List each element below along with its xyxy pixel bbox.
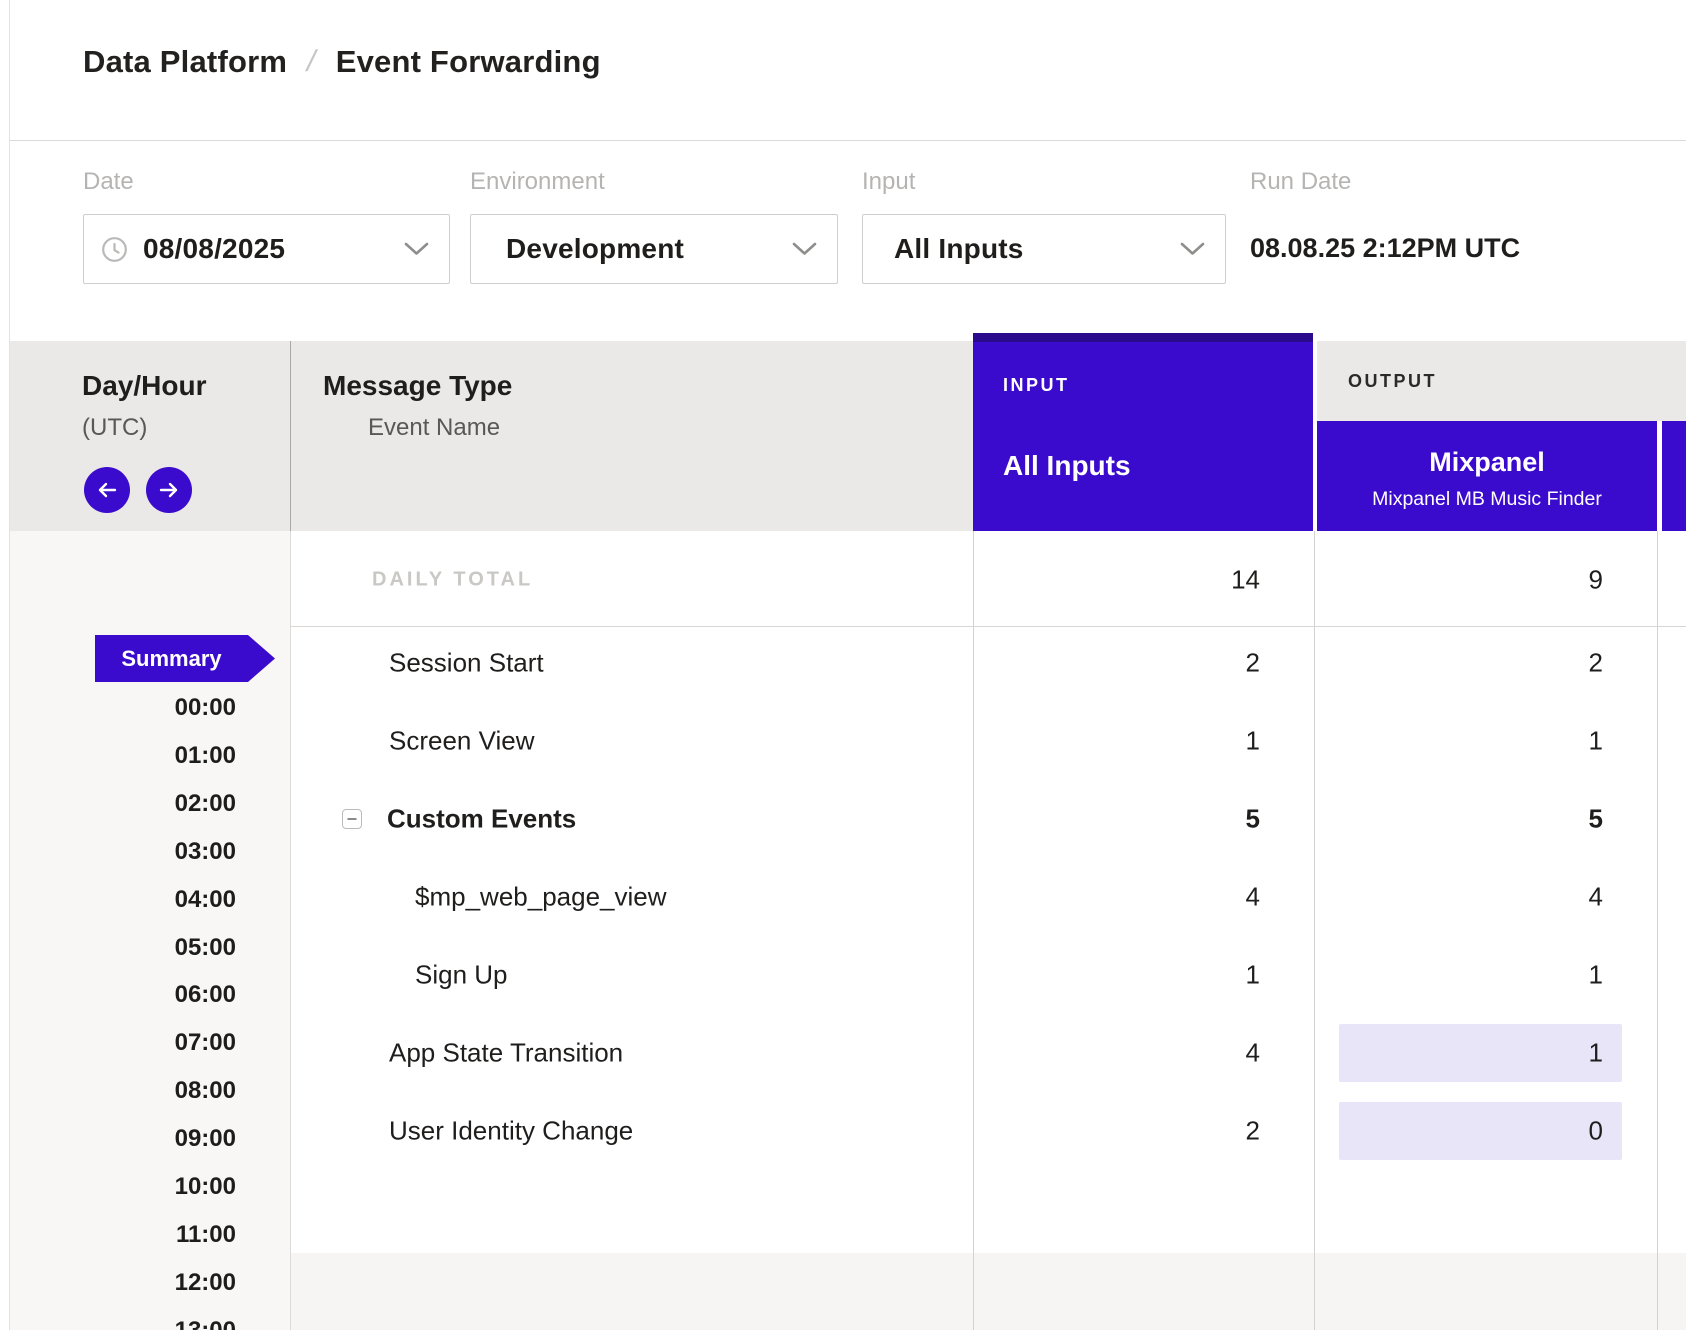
output-count-value: 1	[1589, 960, 1603, 991]
table-row: Sign Up 1 1	[0, 936, 1686, 1014]
event-name-label: App State Transition	[389, 1038, 623, 1069]
clock-icon	[101, 236, 128, 263]
input-count-value: 4	[1246, 1038, 1260, 1069]
column-gap	[1657, 421, 1662, 531]
next-day-button[interactable]	[146, 467, 192, 513]
date-dropdown[interactable]: 08/08/2025	[83, 214, 450, 284]
table-row: Screen View 1 1	[0, 702, 1686, 780]
table-row: $mp_web_page_view 4 4	[0, 858, 1686, 936]
event-name-label: User Identity Change	[389, 1116, 633, 1147]
output-column-header[interactable]: Mixpanel Mixpanel MB Music Finder	[1317, 421, 1657, 531]
table-row: User Identity Change 2 0	[0, 1092, 1686, 1170]
previous-day-button[interactable]	[84, 467, 130, 513]
input-column-accent-strip	[973, 333, 1313, 342]
day-hour-subtitle: (UTC)	[82, 414, 147, 442]
event-name-label: $mp_web_page_view	[415, 882, 667, 913]
hour-row-selector[interactable]: 10:00	[175, 1173, 236, 1201]
input-column-title: All Inputs	[1003, 450, 1131, 482]
run-date-label: Run Date	[1250, 168, 1351, 196]
event-name-label: Screen View	[389, 726, 535, 757]
output-count-value: 5	[1589, 804, 1603, 835]
date-value: 08/08/2025	[143, 233, 285, 265]
input-count-value: 1	[1246, 960, 1260, 991]
daily-total-input-value: 14	[1231, 565, 1260, 596]
chevron-down-icon	[792, 242, 817, 256]
event-rows: Session Start 2 2 Screen View 1 1 Custom Event…	[0, 624, 1686, 1170]
output-cell-highlight	[1339, 1102, 1622, 1160]
arrow-left-icon	[96, 481, 118, 499]
daily-total-row: DAILY TOTAL 14 9	[0, 533, 1686, 627]
output-section-label: OUTPUT	[1348, 371, 1437, 392]
arrow-right-icon	[158, 481, 180, 499]
event-name-label: Custom Events	[387, 804, 576, 835]
day-hour-header: Day/Hour	[82, 370, 206, 402]
hour-row-selector[interactable]: 12:00	[175, 1269, 236, 1297]
environment-value: Development	[506, 233, 684, 265]
next-output-column-partial[interactable]	[1662, 421, 1686, 531]
hour-row-selector[interactable]: 13:00	[175, 1317, 236, 1330]
input-count-value: 5	[1246, 804, 1260, 835]
breadcrumb: Data Platform / Event Forwarding	[83, 38, 601, 86]
message-type-header: Message Type	[323, 370, 512, 402]
event-name-label: Sign Up	[415, 960, 508, 991]
day-hour-column-divider	[290, 341, 291, 531]
breadcrumb-data-platform[interactable]: Data Platform	[83, 44, 287, 80]
input-column-header[interactable]: INPUT All Inputs	[973, 333, 1313, 531]
table-row: Custom Events 5 5	[0, 780, 1686, 858]
output-column-subtitle: Mixpanel MB Music Finder	[1317, 487, 1657, 511]
input-filter-label: Input	[862, 168, 915, 196]
table-footer-band	[290, 1253, 1686, 1330]
output-count-value: 2	[1589, 648, 1603, 679]
table-row: App State Transition 4 1	[0, 1014, 1686, 1092]
input-count-value: 2	[1246, 648, 1260, 679]
input-count-value: 1	[1246, 726, 1260, 757]
event-name-label: Session Start	[389, 648, 544, 679]
output-count-value: 1	[1589, 1038, 1603, 1069]
input-dropdown[interactable]: All Inputs	[862, 214, 1226, 284]
table-row: Session Start 2 2	[0, 624, 1686, 702]
hour-row-selector[interactable]: 11:00	[176, 1221, 236, 1249]
output-count-value: 4	[1589, 882, 1603, 913]
output-cell-highlight	[1339, 1024, 1622, 1082]
output-column-title: Mixpanel	[1317, 446, 1657, 478]
page-title: Event Forwarding	[336, 44, 601, 80]
chevron-down-icon	[404, 242, 429, 256]
output-count-value: 1	[1589, 726, 1603, 757]
breadcrumb-separator: /	[304, 45, 320, 79]
environment-dropdown[interactable]: Development	[470, 214, 838, 284]
daily-total-label: DAILY TOTAL	[372, 569, 533, 592]
column-gap	[1313, 333, 1317, 531]
message-type-subtitle: Event Name	[368, 414, 500, 442]
header-divider	[9, 140, 1686, 141]
run-date-value: 08.08.25 2:12PM UTC	[1250, 233, 1520, 264]
event-forwarding-page: Data Platform / Event Forwarding Date En…	[0, 0, 1686, 1330]
input-value: All Inputs	[894, 233, 1024, 265]
input-count-value: 2	[1246, 1116, 1260, 1147]
date-filter-label: Date	[83, 168, 134, 196]
input-section-label: INPUT	[1003, 375, 1070, 396]
minus-square-icon[interactable]	[342, 809, 362, 829]
input-count-value: 4	[1246, 882, 1260, 913]
output-count-value: 0	[1589, 1116, 1603, 1147]
daily-total-output-value: 9	[1589, 565, 1603, 596]
chevron-down-icon	[1180, 242, 1205, 256]
environment-filter-label: Environment	[470, 168, 605, 196]
